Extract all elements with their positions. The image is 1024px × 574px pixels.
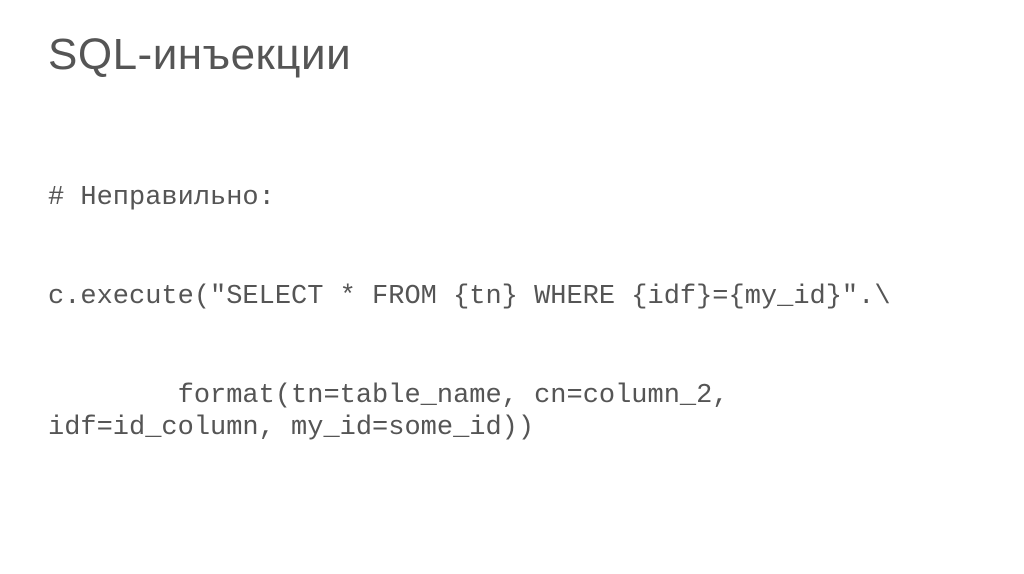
code-line: format(tn=table_name, cn=column_2, idf=i… xyxy=(48,380,968,446)
code-block: # Неправильно: c.execute("SELECT * FROM … xyxy=(48,116,968,574)
code-line: c.execute("SELECT * FROM {tn} WHERE {idf… xyxy=(48,281,968,314)
slide-title: SQL-инъекции xyxy=(48,30,976,80)
code-blank-line xyxy=(48,511,968,544)
code-line: # Неправильно: xyxy=(48,182,968,215)
slide: SQL-инъекции # Неправильно: c.execute("S… xyxy=(0,0,1024,574)
